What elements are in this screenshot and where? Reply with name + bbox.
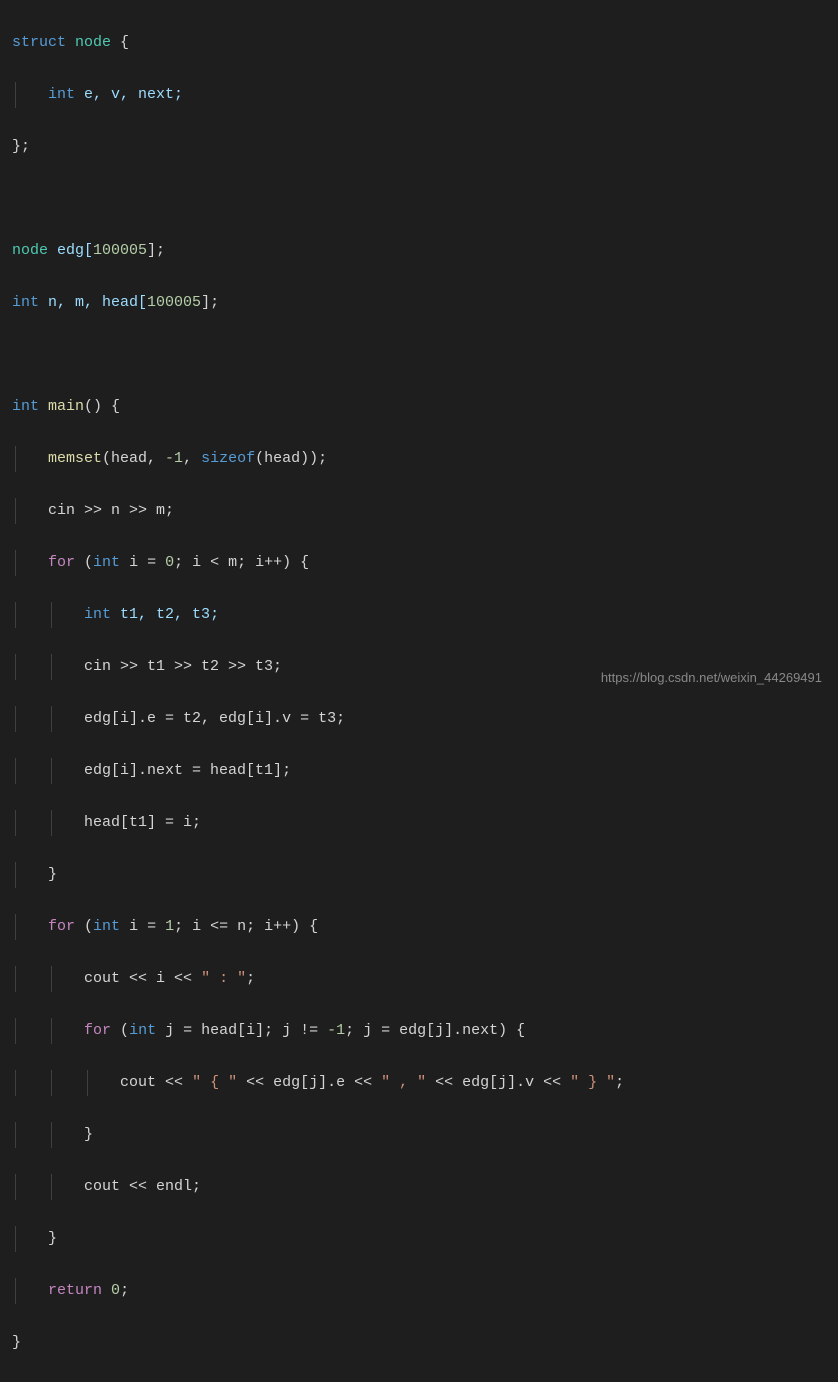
code-line: struct node {: [12, 30, 826, 56]
code-line: edg[i].e = t2, edg[i].v = t3;: [12, 706, 826, 732]
code-line: int t1, t2, t3;: [12, 602, 826, 628]
code-block: struct node { int e, v, next; }; node ed…: [0, 4, 838, 1382]
code-line: int main() {: [12, 394, 826, 420]
code-line: edg[i].next = head[t1];: [12, 758, 826, 784]
code-line: return 0;: [12, 1278, 826, 1304]
code-line: }: [12, 1122, 826, 1148]
code-line: }: [12, 1330, 826, 1356]
watermark-text: https://blog.csdn.net/weixin_44269491: [601, 665, 822, 691]
code-line: cout << endl;: [12, 1174, 826, 1200]
code-line: }: [12, 1226, 826, 1252]
code-line: };: [12, 134, 826, 160]
code-line: [12, 342, 826, 368]
code-line: }: [12, 862, 826, 888]
code-line: int n, m, head[100005];: [12, 290, 826, 316]
code-line: node edg[100005];: [12, 238, 826, 264]
code-line: int e, v, next;: [12, 82, 826, 108]
code-line: head[t1] = i;: [12, 810, 826, 836]
code-line: cin >> n >> m;: [12, 498, 826, 524]
code-line: cout << " { " << edg[j].e << " , " << ed…: [12, 1070, 826, 1096]
code-line: for (int i = 0; i < m; i++) {: [12, 550, 826, 576]
code-line: memset(head, -1, sizeof(head));: [12, 446, 826, 472]
code-line: cout << i << " : ";: [12, 966, 826, 992]
code-line: for (int j = head[i]; j != -1; j = edg[j…: [12, 1018, 826, 1044]
code-line: [12, 186, 826, 212]
code-line: for (int i = 1; i <= n; i++) {: [12, 914, 826, 940]
